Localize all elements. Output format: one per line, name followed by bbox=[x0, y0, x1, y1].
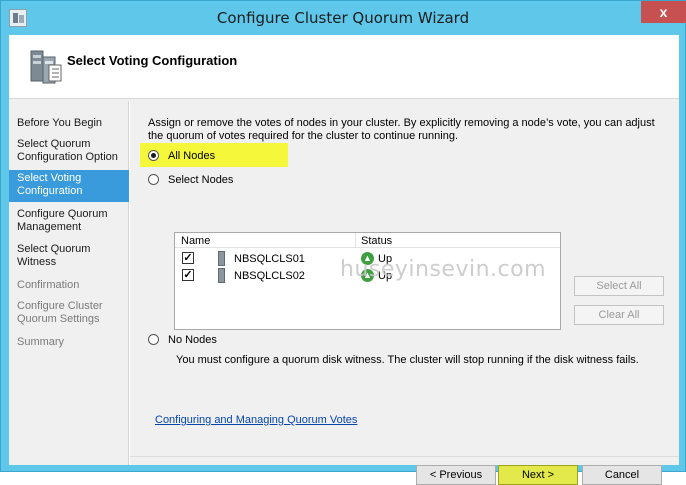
nav-step-before-you-begin[interactable]: Before You Begin bbox=[9, 115, 129, 132]
server-icon bbox=[218, 251, 225, 266]
node-name: NBSQLCLS01 bbox=[234, 253, 305, 265]
wizard-content: Assign or remove the votes of nodes in y… bbox=[130, 101, 679, 485]
grid-header: Name Status bbox=[175, 233, 560, 248]
nav-step-configure-cluster-quorum-settings: Configure Cluster Quorum Settings bbox=[17, 300, 103, 325]
server-rack-icon bbox=[30, 50, 62, 84]
previous-button[interactable]: < Previous bbox=[416, 465, 496, 485]
wizard-client-area: Select Voting Configuration Before You B… bbox=[9, 35, 679, 485]
nav-step-select-quorum-witness[interactable]: Select Quorum Witness bbox=[9, 241, 129, 271]
wizard-window: Configure Cluster Quorum Wizard x Select… bbox=[0, 0, 686, 485]
close-icon: x bbox=[659, 4, 668, 20]
close-button[interactable]: x bbox=[641, 1, 686, 23]
window-title: Configure Cluster Quorum Wizard bbox=[216, 9, 470, 27]
no-nodes-note: You must configure a quorum disk witness… bbox=[176, 354, 639, 366]
next-button[interactable]: Next > bbox=[498, 465, 578, 485]
server-icon bbox=[218, 268, 225, 283]
cancel-button[interactable]: Cancel bbox=[582, 465, 662, 485]
quorum-votes-help-link[interactable]: Configuring and Managing Quorum Votes bbox=[155, 414, 357, 426]
no-nodes-radio[interactable] bbox=[148, 334, 159, 345]
footer-divider bbox=[130, 456, 679, 457]
column-header-name[interactable]: Name bbox=[181, 235, 210, 247]
no-nodes-label[interactable]: No Nodes bbox=[168, 334, 217, 346]
node-name: NBSQLCLS02 bbox=[234, 270, 305, 282]
wizard-header: Select Voting Configuration bbox=[9, 35, 679, 99]
select-nodes-radio[interactable] bbox=[148, 174, 159, 185]
nav-step-select-voting-configuration[interactable]: Select Voting Configuration bbox=[9, 170, 129, 202]
nav-step-confirmation: Confirmation bbox=[17, 279, 80, 291]
all-nodes-radio[interactable] bbox=[148, 150, 159, 161]
watermark-text: huseyinsevin.com bbox=[340, 257, 547, 282]
select-all-button[interactable]: Select All bbox=[574, 276, 664, 296]
wizard-steps-nav: Before You Begin Select Quorum Configura… bbox=[9, 101, 129, 465]
node-checkbox[interactable]: ✓ bbox=[182, 252, 194, 264]
description-text: Assign or remove the votes of nodes in y… bbox=[148, 117, 655, 142]
nav-step-select-quorum-configuration-option[interactable]: Select Quorum Configuration Option bbox=[9, 136, 129, 166]
page-title: Select Voting Configuration bbox=[67, 53, 238, 68]
title-bar[interactable]: Configure Cluster Quorum Wizard x bbox=[1, 1, 686, 35]
nav-step-summary: Summary bbox=[17, 336, 65, 348]
select-nodes-label[interactable]: Select Nodes bbox=[168, 174, 233, 186]
all-nodes-label[interactable]: All Nodes bbox=[168, 150, 215, 162]
column-divider bbox=[355, 233, 356, 248]
column-header-status[interactable]: Status bbox=[361, 235, 392, 247]
clear-all-button[interactable]: Clear All bbox=[574, 305, 664, 325]
nav-step-configure-quorum-management[interactable]: Configure Quorum Management bbox=[9, 206, 129, 236]
node-checkbox[interactable]: ✓ bbox=[182, 269, 194, 281]
